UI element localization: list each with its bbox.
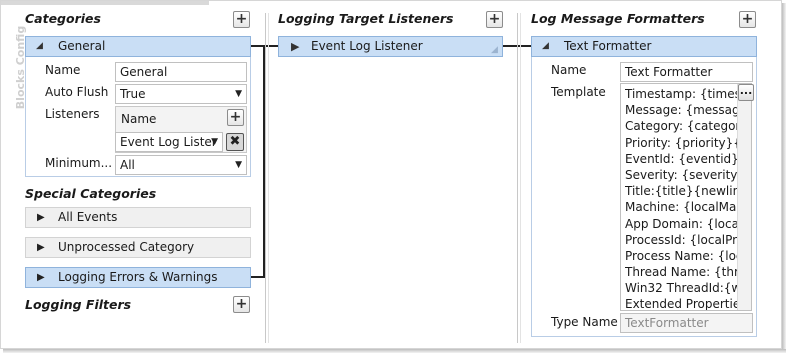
add-listener-button[interactable]: + (227, 109, 244, 126)
category-general-title: General (58, 39, 106, 53)
template-line: Title:{title}{newline} (625, 184, 737, 199)
event-log-listener-header[interactable]: ▶ Event Log Listener (278, 36, 503, 57)
template-line: Message: {message}{newline} (625, 103, 737, 118)
listener-select[interactable]: Event Log Lister ▼ (115, 132, 223, 152)
minimum-severity-label: Minimum... (45, 156, 113, 170)
template-line: Process Name: {localProcessName} (625, 248, 737, 263)
expand-icon[interactable]: ▶ (291, 37, 299, 56)
auto-flush-label: Auto Flush (45, 85, 109, 99)
auto-flush-value: True (120, 87, 146, 101)
logging-filters-title: Logging Filters (25, 297, 132, 312)
category-general-header[interactable]: ◢ General (25, 36, 251, 57)
top-scroll-indicator (1, 1, 209, 5)
dropdown-arrow-icon[interactable]: ▼ (235, 85, 242, 103)
template-line: Severity: {severity}{newline} (625, 167, 737, 182)
designer-canvas: Blocks Config Categories + ◢ General Nam… (0, 0, 782, 349)
template-line: ProcessId: {localProcessId} (625, 232, 737, 247)
minimum-severity-select[interactable]: All ▼ (115, 155, 247, 175)
collapse-icon[interactable]: ◢ (36, 37, 43, 56)
resize-grip-icon: ◢ (491, 45, 498, 55)
template-line: Timestamp: {timestamp} (625, 87, 737, 101)
add-filter-button[interactable]: + (233, 296, 250, 313)
template-line: EventId: {eventid}{newline} (625, 151, 737, 166)
expand-icon[interactable]: ▶ (37, 238, 45, 257)
formatters-title: Log Message Formatters (531, 11, 705, 26)
dropdown-arrow-icon[interactable]: ▼ (211, 133, 218, 151)
template-label: Template (551, 85, 606, 99)
column-divider (265, 13, 266, 343)
frame-shadow (3, 349, 786, 353)
frame-shadow (782, 3, 786, 353)
collapse-icon[interactable]: ◢ (542, 37, 549, 56)
template-editor-button[interactable]: ... (738, 84, 754, 101)
template-scrollbar[interactable] (737, 84, 751, 310)
column-divider (520, 13, 521, 343)
template-line: App Domain: {localAppDomain} (625, 216, 737, 231)
listeners-label: Listeners (45, 107, 100, 121)
formatter-name-field[interactable]: Text Formatter (620, 62, 753, 82)
template-lines: Timestamp: {timestamp} Message: {message}… (625, 86, 737, 311)
template-line: Thread Name: {threadName} (625, 265, 737, 280)
name-label: Name (45, 63, 81, 77)
special-category-unprocessed[interactable]: ▶ Unprocessed Category (25, 237, 251, 258)
special-category-label: All Events (58, 210, 118, 224)
add-listener-target-button[interactable]: + (486, 11, 503, 28)
connector-line (251, 276, 265, 278)
categories-title: Categories (25, 11, 101, 26)
listeners-name-header: Name (121, 112, 157, 126)
column-divider (268, 13, 269, 343)
template-line: Category: {category}{newline} (625, 119, 737, 134)
template-line: Extended Properties: {dictionary} (625, 297, 737, 311)
template-line: Priority: {priority}{newline} (625, 135, 737, 150)
text-formatter-header[interactable]: ◢ Text Formatter (531, 36, 757, 57)
target-listeners-title: Logging Target Listeners (278, 11, 454, 26)
type-name-field: TextFormatter (620, 313, 753, 333)
type-name-label: Type Name (551, 315, 618, 329)
template-line: Win32 ThreadId:{win32ThreadId} (625, 281, 737, 296)
listener-value: Event Log Lister (120, 135, 217, 149)
expand-icon[interactable]: ▶ (37, 208, 45, 227)
remove-listener-button[interactable]: ✖ (226, 133, 244, 151)
special-category-all-events[interactable]: ▶ All Events (25, 207, 251, 228)
category-name-field[interactable]: General (115, 62, 247, 82)
text-formatter-title: Text Formatter (564, 39, 652, 53)
expand-icon[interactable]: ▶ (37, 268, 45, 287)
template-textarea[interactable]: Timestamp: {timestamp} Message: {message}… (620, 83, 752, 311)
add-category-button[interactable]: + (233, 11, 250, 28)
minimum-severity-value: All (120, 158, 135, 172)
auto-flush-select[interactable]: True ▼ (115, 84, 247, 104)
formatter-name-label: Name (551, 63, 587, 77)
event-log-listener-title: Event Log Listener (311, 39, 423, 53)
column-divider (517, 13, 518, 343)
special-category-label: Unprocessed Category (58, 240, 195, 254)
special-category-label: Logging Errors & Warnings (58, 270, 218, 284)
add-formatter-button[interactable]: + (739, 11, 756, 28)
dropdown-arrow-icon[interactable]: ▼ (235, 156, 242, 174)
special-category-errors-warnings[interactable]: ▶ Logging Errors & Warnings (25, 267, 251, 288)
template-line: Machine: {localMachine}{newline} (625, 200, 737, 215)
special-categories-title: Special Categories (25, 186, 157, 201)
